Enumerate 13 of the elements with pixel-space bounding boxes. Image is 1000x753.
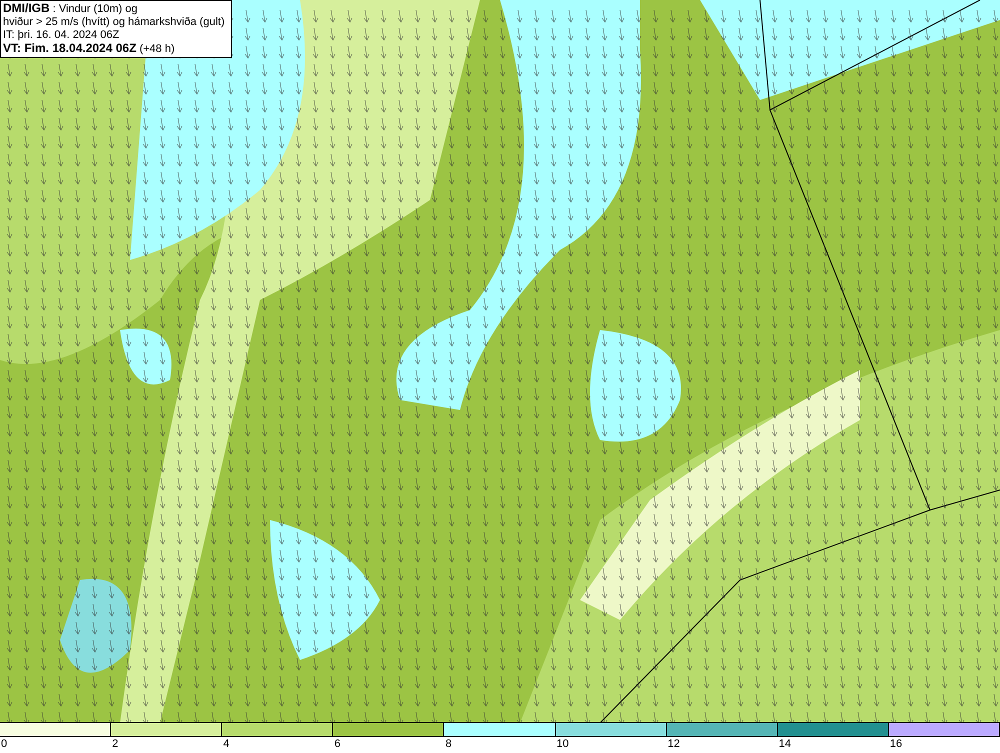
legend-label: 6 bbox=[333, 737, 340, 752]
legend-label: 10 bbox=[556, 737, 569, 752]
title-line: hviður > 25 m/s (hvítt) og hámarkshviða (gult) bbox=[3, 16, 226, 29]
legend-label: 12 bbox=[666, 737, 680, 752]
legend-label: 8 bbox=[444, 737, 452, 752]
legend-label: 4 bbox=[222, 737, 230, 752]
title-line: VT: Fim. 18.04.2024 06Z (+48 h) bbox=[3, 42, 176, 56]
legend-label: 2 bbox=[111, 737, 118, 752]
legend-label: 16 bbox=[888, 737, 902, 752]
title-line: IT: þri. 16. 04. 2024 06Z bbox=[3, 29, 120, 42]
legend-label: 14 bbox=[778, 737, 792, 752]
title-line: DMI/IGB : Vindur (10m) og bbox=[3, 2, 139, 16]
legend-label: 0 bbox=[0, 737, 8, 752]
